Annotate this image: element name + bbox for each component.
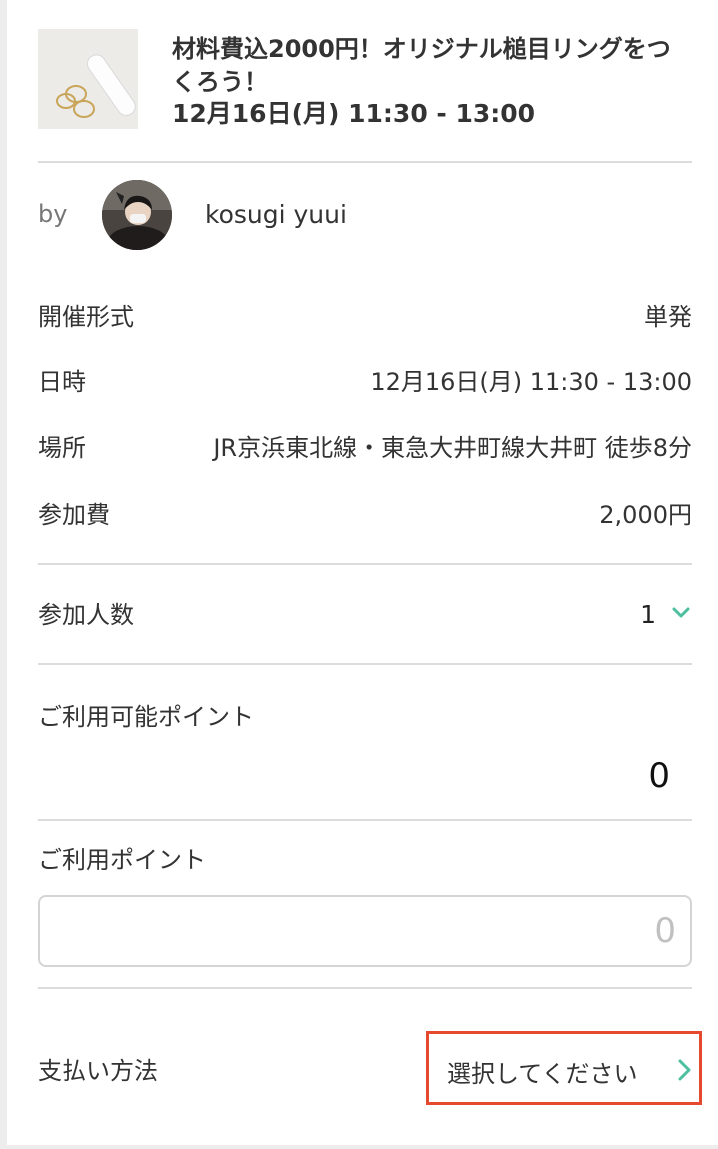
event-thumbnail xyxy=(38,29,138,129)
detail-label: 日時 xyxy=(38,368,86,396)
event-datetime: 12月16日(月) 11:30 - 13:00 xyxy=(172,99,536,128)
detail-value: 2,000円 xyxy=(599,501,692,529)
use-points-label: ご利用ポイント xyxy=(38,846,206,874)
host-name[interactable]: kosugi yuui xyxy=(205,200,347,229)
available-points-value: 0 xyxy=(648,756,670,796)
event-summary: 材料費込2000円！オリジナル槌目リングをつくろう！ 12月16日(月) 11:… xyxy=(38,29,692,133)
detail-row-fee: 参加費 2,000円 xyxy=(38,495,692,535)
divider xyxy=(38,819,692,821)
participants-row: 参加人数 xyxy=(38,595,692,635)
detail-label: 場所 xyxy=(38,434,86,462)
participants-select[interactable]: 1 xyxy=(640,597,656,633)
detail-label: 開催形式 xyxy=(38,303,134,331)
event-title: 材料費込2000円！オリジナル槌目リングをつくろう！ xyxy=(172,35,671,96)
detail-value: 12月16日(月) 11:30 - 13:00 xyxy=(370,368,692,396)
left-edge-bar xyxy=(0,0,7,1149)
divider xyxy=(38,563,692,565)
payment-method-select[interactable]: 選択してください xyxy=(426,1031,702,1105)
use-points-input[interactable] xyxy=(38,895,692,967)
by-label: by xyxy=(38,200,68,228)
participants-label: 参加人数 xyxy=(38,601,134,629)
divider xyxy=(38,987,692,989)
detail-row-location: 場所 JR京浜東北線・東急大井町線大井町 徒歩8分 xyxy=(38,428,692,468)
payment-method-label: 支払い方法 xyxy=(38,1057,158,1085)
bottom-edge-bar xyxy=(0,1145,718,1149)
divider xyxy=(38,161,692,163)
available-points-label: ご利用可能ポイント xyxy=(38,703,254,731)
chevron-right-icon xyxy=(678,1059,691,1081)
host-avatar[interactable] xyxy=(102,180,172,250)
detail-value: 単発 xyxy=(644,303,692,331)
chevron-down-icon[interactable] xyxy=(672,604,690,622)
payment-method-select-text: 選択してください xyxy=(447,1060,638,1088)
divider xyxy=(38,663,692,665)
detail-label: 参加費 xyxy=(38,501,110,529)
detail-row-datetime: 日時 12月16日(月) 11:30 - 13:00 xyxy=(38,362,692,402)
detail-row-format: 開催形式 単発 xyxy=(38,297,692,337)
detail-value: JR京浜東北線・東急大井町線大井町 徒歩8分 xyxy=(213,434,692,462)
